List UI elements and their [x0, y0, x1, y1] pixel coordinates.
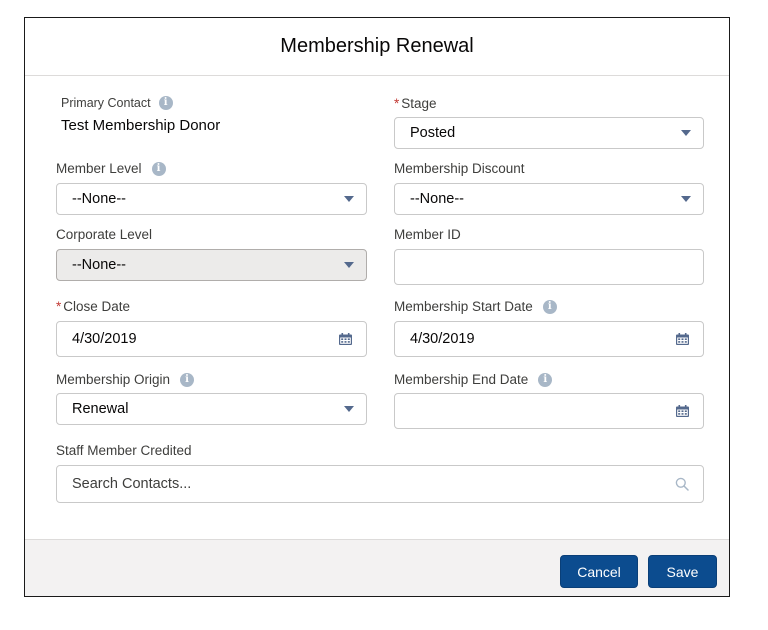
info-icon[interactable]: i	[538, 372, 553, 387]
member-id-input[interactable]	[394, 249, 704, 285]
save-button[interactable]: Save	[648, 555, 717, 588]
member-level-label: Member Level i	[56, 161, 166, 176]
modal-header: Membership Renewal	[25, 18, 729, 76]
membership-start-date-label: Membership Start Date i	[394, 299, 557, 314]
membership-discount-label: Membership Discount	[394, 161, 525, 176]
membership-renewal-modal: Membership Renewal Primary Contact i Tes…	[24, 17, 730, 597]
info-icon[interactable]: i	[158, 96, 173, 110]
stage-label: * Stage	[394, 96, 437, 111]
info-icon[interactable]: i	[542, 299, 557, 314]
required-marker: *	[56, 299, 62, 314]
required-marker: *	[394, 96, 400, 111]
member-level-select[interactable]: --None--	[56, 183, 367, 215]
calendar-icon[interactable]	[676, 405, 689, 417]
primary-contact-label: Primary Contact i	[61, 96, 173, 110]
staff-member-search-input[interactable]: Search Contacts...	[56, 465, 704, 503]
membership-start-date-input[interactable]: 4/30/2019	[394, 321, 704, 357]
stage-select[interactable]: Posted	[394, 117, 704, 149]
member-id-label: Member ID	[394, 227, 461, 242]
membership-origin-label: Membership Origin i	[56, 372, 195, 387]
membership-discount-select[interactable]: --None--	[394, 183, 704, 215]
chevron-down-icon	[681, 130, 691, 136]
primary-contact-value: Test Membership Donor	[61, 117, 221, 134]
search-icon	[675, 477, 689, 491]
chevron-down-icon	[344, 406, 354, 412]
corporate-level-label: Corporate Level	[56, 227, 153, 242]
chevron-down-icon	[681, 196, 691, 202]
calendar-icon[interactable]	[339, 333, 352, 345]
cancel-button[interactable]: Cancel	[560, 555, 638, 588]
info-icon[interactable]: i	[151, 161, 166, 176]
chevron-down-icon	[344, 196, 354, 202]
membership-origin-select[interactable]: Renewal	[56, 393, 367, 425]
staff-member-credited-label: Staff Member Credited	[56, 443, 192, 458]
info-icon[interactable]: i	[180, 372, 195, 387]
close-date-label: * Close Date	[56, 299, 131, 314]
calendar-icon[interactable]	[676, 333, 689, 345]
close-date-input[interactable]: 4/30/2019	[56, 321, 367, 357]
membership-end-date-label: Membership End Date i	[394, 372, 553, 387]
modal-footer: Cancel Save	[25, 539, 729, 596]
modal-title: Membership Renewal	[280, 35, 474, 57]
corporate-level-select[interactable]: --None--	[56, 249, 367, 281]
chevron-down-icon	[344, 262, 354, 268]
membership-end-date-input[interactable]	[394, 393, 704, 429]
